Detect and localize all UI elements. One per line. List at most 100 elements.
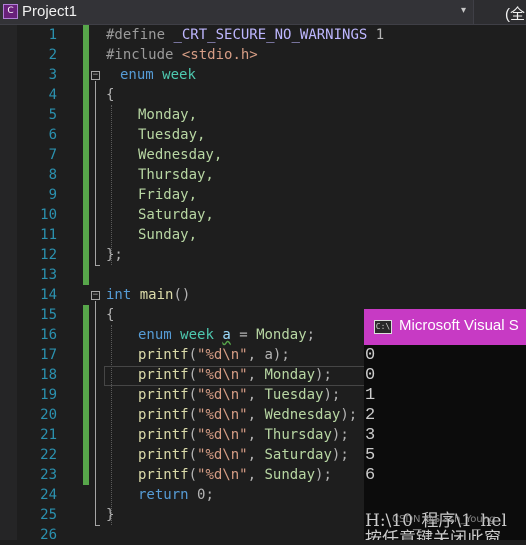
line-number: 13 (40, 267, 57, 283)
argument: Tuesday (264, 387, 324, 403)
close-brace: } (106, 507, 115, 523)
code-line-7[interactable]: Wednesday, (138, 145, 222, 165)
console-output-line: 3 (365, 426, 376, 445)
code-line-14[interactable]: int main() (106, 285, 190, 305)
code-line-3[interactable]: enum week (120, 65, 196, 85)
line-number: 9 (48, 187, 57, 203)
comma: , (247, 367, 257, 383)
macro-name: _CRT_SECURE_NO_WARNINGS (173, 27, 368, 43)
console-close-prompt: 按任意键关闭此窗 (365, 529, 501, 540)
include-header: <stdio.h> (181, 47, 258, 63)
semicolon: ; (306, 327, 316, 343)
console-output-line: 0 (365, 366, 376, 385)
code-line-15[interactable]: { (106, 305, 114, 325)
type-name: week (162, 67, 196, 83)
close-paren: ); (331, 447, 349, 463)
code-line-5[interactable]: Monday, (138, 105, 197, 125)
parens: () (173, 287, 191, 303)
enum-member: Monday, (138, 107, 198, 123)
code-line-18[interactable]: printf("%d\n", Monday); (138, 365, 332, 385)
line-number: 26 (40, 527, 57, 543)
enum-member: Friday, (138, 187, 198, 203)
console-title-bar[interactable]: C:\ Microsoft Visual S (364, 309, 526, 345)
enum-member: Saturday, (138, 207, 214, 223)
enum-member: Tuesday, (138, 127, 206, 143)
code-line-17[interactable]: printf("%d\n", a); (138, 345, 290, 365)
fold-toggle-enum[interactable]: − (91, 71, 100, 80)
line-number: 25 (40, 507, 57, 523)
glyph-margin (0, 25, 17, 540)
type-name: week (180, 327, 214, 343)
code-line-2[interactable]: #include <stdio.h> (106, 45, 258, 65)
enum-member: Wednesday, (138, 147, 223, 163)
line-number: 22 (40, 447, 57, 463)
code-line-19[interactable]: printf("%d\n", Tuesday); (138, 385, 340, 405)
console-output-line: 2 (365, 406, 376, 425)
console-icon: C:\ (374, 320, 392, 334)
function-call: printf (138, 407, 189, 423)
watermark: CSDN @Slash_Young (392, 514, 496, 525)
return-value: 0; (197, 487, 214, 503)
line-number: 18 (40, 367, 57, 383)
comma: , (247, 467, 257, 483)
code-line-21[interactable]: printf("%d\n", Thursday); (138, 425, 349, 445)
open-paren: ( (188, 427, 198, 443)
console-output-line: 0 (365, 346, 376, 365)
line-number: 5 (48, 107, 57, 123)
enum-member: Sunday, (138, 227, 198, 243)
code-line-1[interactable]: #define _CRT_SECURE_NO_WARNINGS 1 (106, 25, 384, 45)
code-line-16[interactable]: enum week a = Monday; (138, 325, 315, 345)
line-number: 21 (40, 427, 57, 443)
comma: , (247, 347, 257, 363)
code-line-4[interactable]: { (106, 85, 114, 105)
close-paren: ); (331, 427, 349, 443)
close-paren: ); (340, 407, 358, 423)
console-output-line: 1 (365, 386, 376, 405)
project-icon: C (3, 4, 18, 19)
fold-end (95, 525, 100, 526)
open-paren: ( (188, 367, 198, 383)
toolbar: C Project1 ▾ (全 (0, 0, 526, 25)
code-line-10[interactable]: Saturday, (138, 205, 214, 225)
line-number: 11 (40, 227, 57, 243)
line-number: 7 (48, 147, 57, 163)
line-number: 6 (48, 127, 57, 143)
fold-toggle-main[interactable]: − (91, 291, 100, 300)
argument: Sunday (264, 467, 316, 483)
scope-dropdown[interactable]: (全 (505, 3, 525, 24)
enum-value: Monday (256, 327, 307, 343)
preprocessor-directive: #include (106, 47, 174, 63)
change-marker (83, 305, 89, 485)
function-call: printf (138, 367, 189, 383)
project-dropdown[interactable]: C Project1 ▾ (0, 0, 474, 24)
code-line-6[interactable]: Tuesday, (138, 125, 205, 145)
line-number: 20 (40, 407, 57, 423)
fold-line (95, 301, 96, 525)
project-name: Project1 (22, 3, 78, 20)
code-line-25[interactable]: } (106, 505, 114, 525)
debug-console-window[interactable]: C:\ Microsoft Visual S 0 0 1 2 3 5 6 H:\… (364, 309, 526, 540)
function-name: main (139, 287, 174, 303)
code-line-8[interactable]: Thursday, (138, 165, 214, 185)
code-line-11[interactable]: Sunday, (138, 225, 197, 245)
console-output-line: 5 (365, 446, 376, 465)
argument: Thursday (264, 427, 332, 443)
function-call: printf (138, 467, 189, 483)
line-number: 15 (40, 307, 57, 323)
indent-guide (111, 105, 112, 265)
code-line-24[interactable]: return 0; (138, 485, 214, 505)
code-line-9[interactable]: Friday, (138, 185, 197, 205)
code-line-20[interactable]: printf("%d\n", Wednesday); (138, 405, 357, 425)
close-brace: }; (106, 247, 123, 263)
format-string: "%d\n" (197, 367, 248, 383)
close-paren: ); (315, 367, 332, 383)
code-line-12[interactable]: }; (106, 245, 123, 265)
open-paren: ( (188, 407, 198, 423)
console-title: Microsoft Visual S (399, 317, 519, 334)
argument: Wednesday (264, 407, 341, 423)
code-line-23[interactable]: printf("%d\n", Sunday); (138, 465, 332, 485)
keyword: enum (138, 327, 172, 343)
code-line-22[interactable]: printf("%d\n", Saturday); (138, 445, 349, 465)
function-call: printf (138, 427, 189, 443)
chevron-down-icon[interactable]: ▾ (461, 5, 466, 16)
